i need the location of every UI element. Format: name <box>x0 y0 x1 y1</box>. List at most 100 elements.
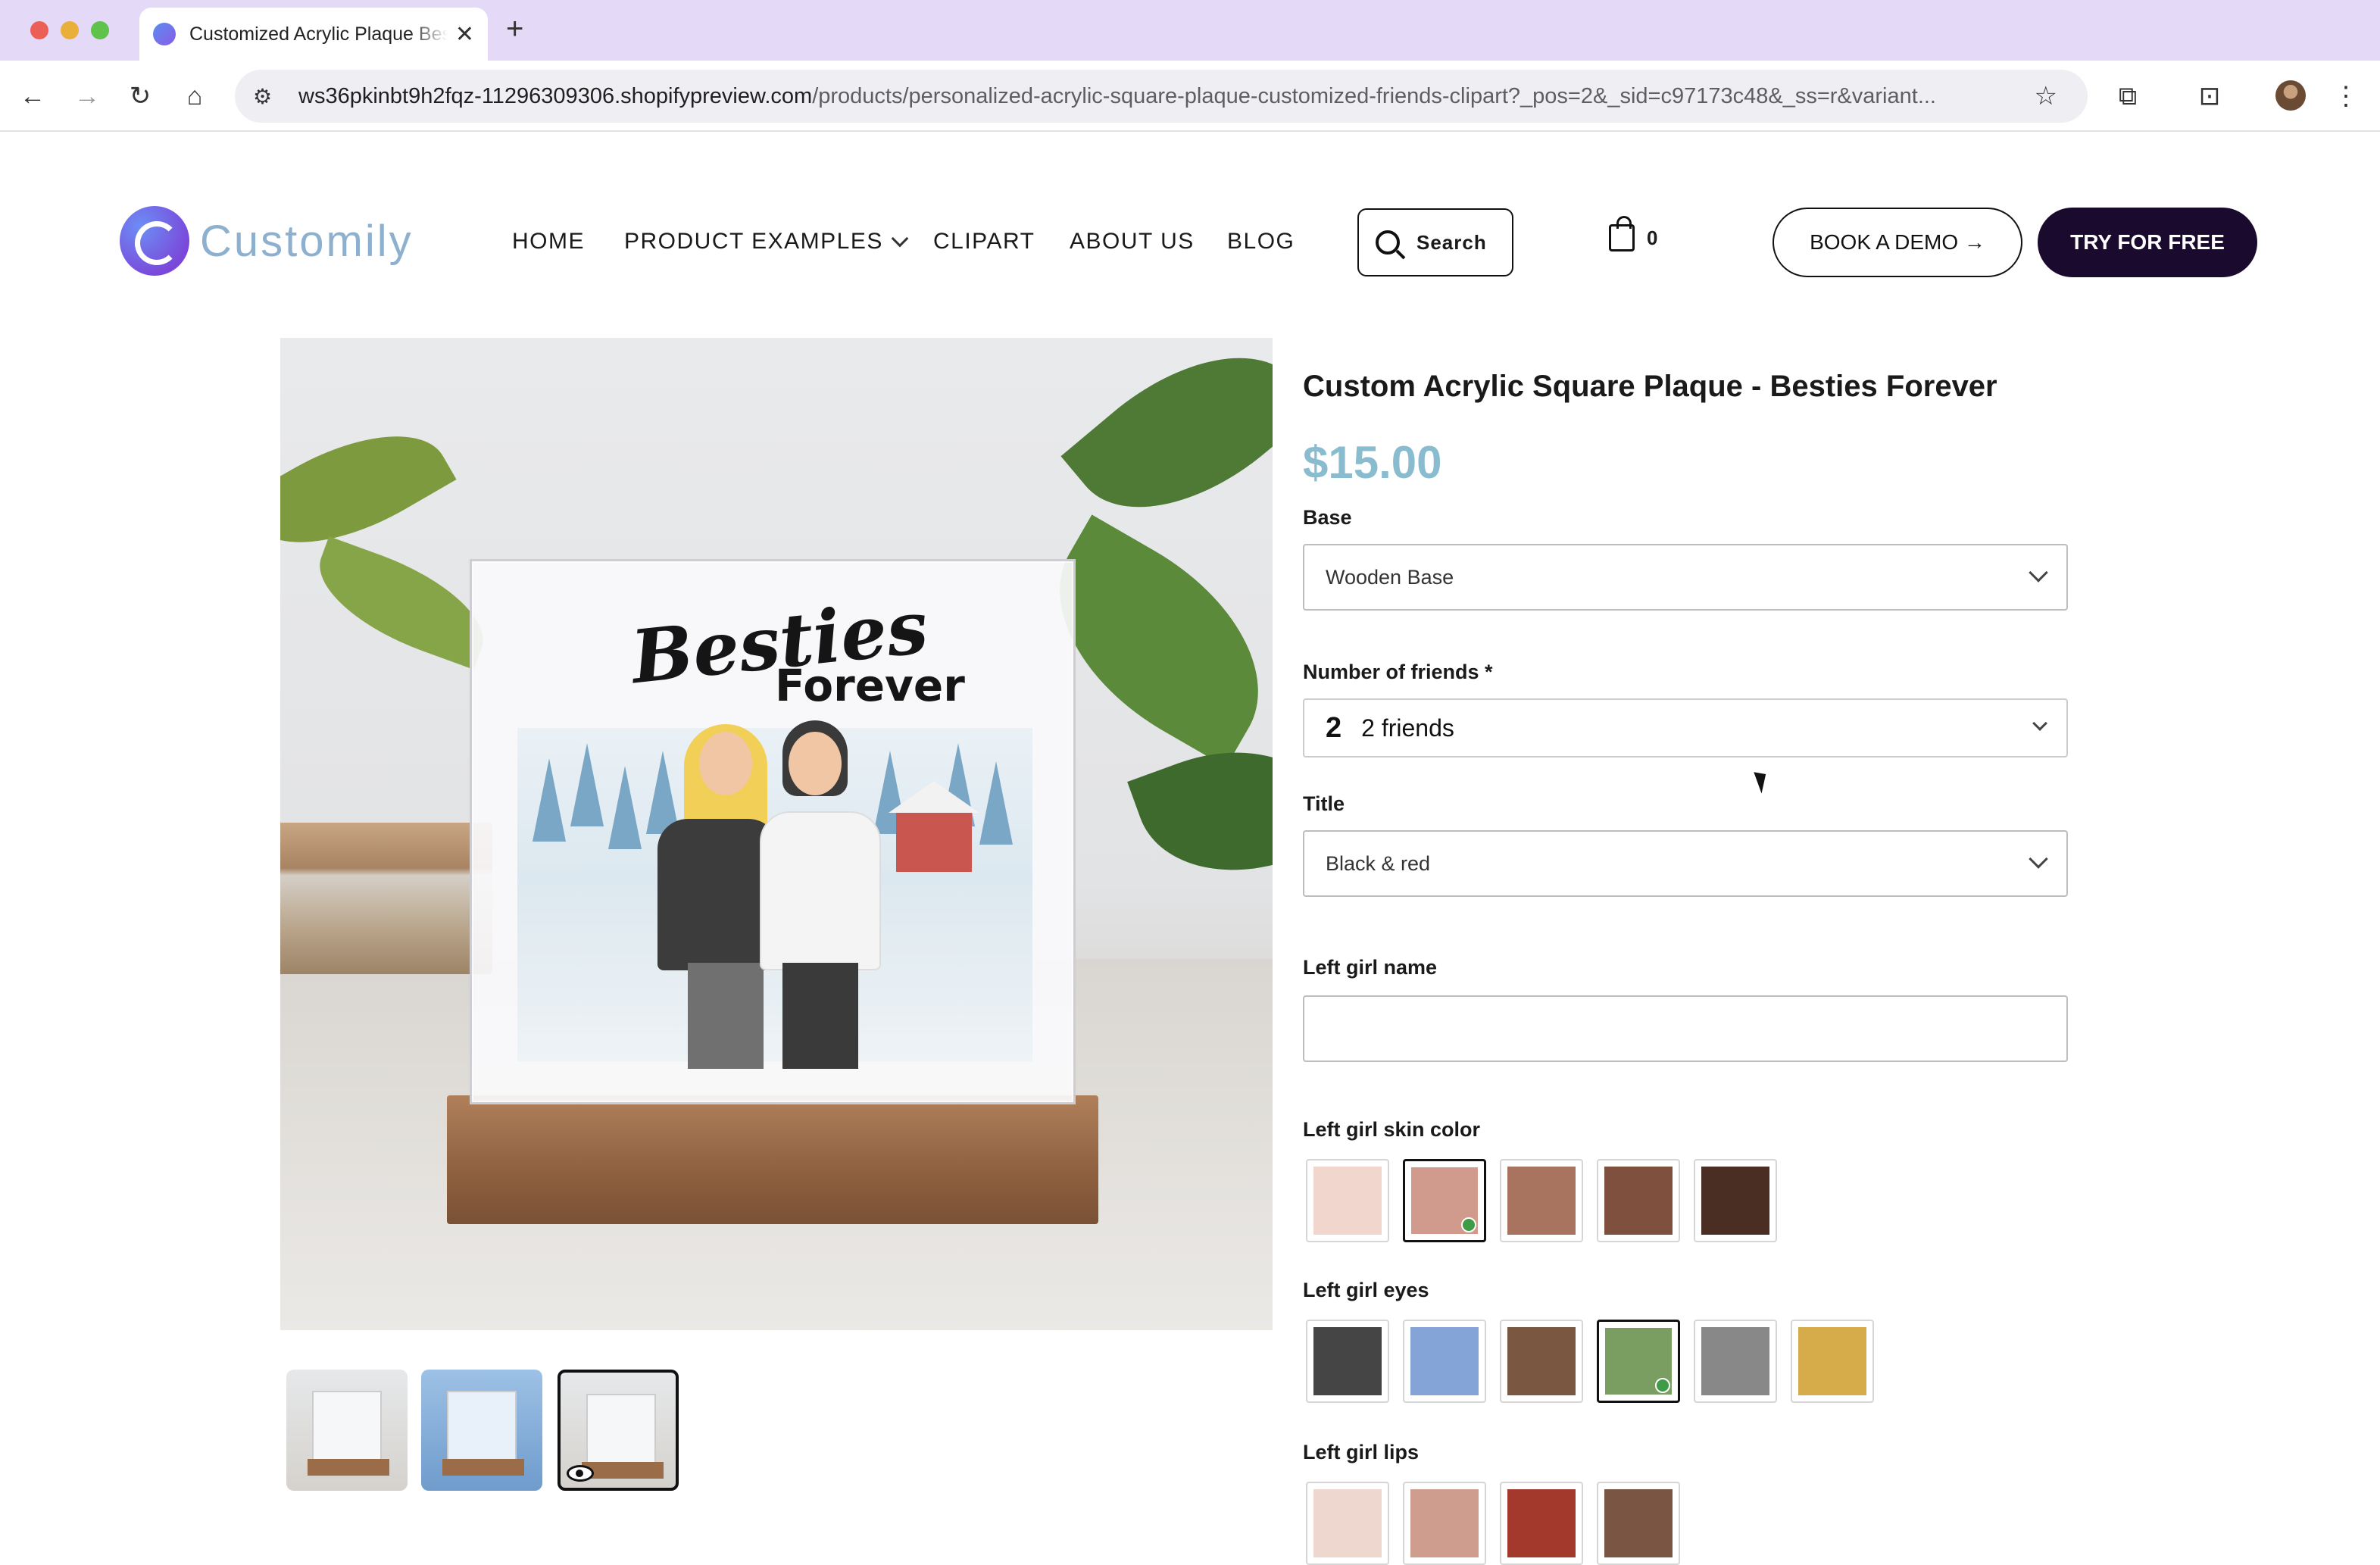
left-girl-name-label: Left girl name <box>1303 956 1438 979</box>
tab-search-icon[interactable]: ⊡ <box>2191 77 2229 115</box>
close-tab-icon[interactable]: ✕ <box>455 21 474 48</box>
title-option-value: Black & red <box>1326 851 1431 875</box>
new-tab-icon[interactable]: + <box>506 12 523 46</box>
swatch-color-fill <box>1507 1489 1576 1557</box>
eyes-swatch-5[interactable] <box>1694 1320 1777 1403</box>
thumbnail-1[interactable] <box>286 1370 408 1491</box>
minimize-window-button[interactable] <box>61 21 79 39</box>
skin-swatch-5[interactable] <box>1694 1159 1777 1242</box>
logo-text: Customily <box>200 216 414 266</box>
selected-check-icon <box>1655 1378 1670 1393</box>
swatch-color-fill <box>1313 1167 1382 1235</box>
book-demo-button[interactable]: BOOK A DEMO → <box>1773 208 2022 277</box>
more-menu-icon[interactable]: ⋮ <box>2327 77 2365 115</box>
nav-blog[interactable]: BLOG <box>1227 229 1295 255</box>
chevron-down-icon <box>2032 716 2047 731</box>
skin-color-label: Left girl skin color <box>1303 1118 1481 1141</box>
profile-avatar[interactable] <box>2275 80 2306 111</box>
swatch-color-fill <box>1798 1327 1866 1395</box>
wooden-base <box>447 1095 1098 1224</box>
tree <box>979 761 1013 845</box>
selected-check-icon <box>1461 1217 1476 1232</box>
nav-product-examples[interactable]: PRODUCT EXAMPLES <box>624 229 909 255</box>
friends-select[interactable]: 2 2 friends <box>1303 698 2068 758</box>
browser-tab[interactable]: Customized Acrylic Plaque Besties ✕ <box>139 8 488 61</box>
url-path: /products/personalized-acrylic-square-pl… <box>812 83 1936 108</box>
girl-left-pants <box>688 963 764 1069</box>
skin-swatch-3[interactable] <box>1500 1159 1583 1242</box>
browser-tab-bar: Customized Acrylic Plaque Besties ✕ + <box>0 0 2380 61</box>
thumbnail-3[interactable] <box>558 1370 679 1491</box>
plaque-subtitle-text: Forever <box>775 660 965 711</box>
forward-icon[interactable]: → <box>68 77 106 115</box>
tree <box>608 766 642 849</box>
site-logo[interactable]: Customily <box>120 206 414 276</box>
nav-product-examples-label: PRODUCT EXAMPLES <box>624 229 883 254</box>
friends-number-icon: 2 <box>1326 711 1342 744</box>
bookmark-star-icon[interactable]: ☆ <box>2035 81 2057 111</box>
extensions-icon[interactable]: ⧉ <box>2109 77 2147 115</box>
swatch-color-fill <box>1604 1167 1673 1235</box>
girl-left-head <box>699 732 752 795</box>
nav-clipart[interactable]: CLIPART <box>933 229 1035 255</box>
base-label: Base <box>1303 506 1352 529</box>
swatch-color-fill <box>1313 1327 1382 1395</box>
base-select-value: Wooden Base <box>1326 565 1454 589</box>
girl-right-pants <box>782 963 858 1069</box>
search-label: Search <box>1416 230 1487 254</box>
chevron-down-icon <box>891 230 909 248</box>
title-option-label: Title <box>1303 792 1345 815</box>
lips-swatch-2[interactable] <box>1403 1482 1486 1565</box>
swatch-color-fill <box>1410 1327 1479 1395</box>
home-icon[interactable]: ⌂ <box>176 77 214 115</box>
address-bar[interactable]: ⚙ ws36pkinbt9h2fqz-11296309306.shopifypr… <box>235 70 2088 123</box>
product-main-image[interactable]: Besties Forever <box>280 338 1273 1330</box>
skin-swatch-2[interactable] <box>1403 1159 1486 1242</box>
maximize-window-button[interactable] <box>91 21 109 39</box>
swatch-color-fill <box>1313 1489 1382 1557</box>
thumbnail-preview <box>308 1391 389 1476</box>
logo-mark-icon <box>120 206 189 276</box>
reload-icon[interactable]: ↻ <box>121 77 159 115</box>
thumbnail-preview <box>582 1394 664 1479</box>
title-option-select[interactable]: Black & red <box>1303 830 2068 897</box>
product-price: $15.00 <box>1303 437 1442 488</box>
eyes-swatch-4[interactable] <box>1597 1320 1680 1403</box>
url-text[interactable]: ws36pkinbt9h2fqz-11296309306.shopifyprev… <box>298 84 2019 109</box>
favicon-icon <box>153 23 176 45</box>
tree <box>533 758 566 842</box>
thumbnail-2[interactable] <box>421 1370 542 1491</box>
try-free-button[interactable]: TRY FOR FREE <box>2038 208 2257 277</box>
swatch-color-fill <box>1507 1167 1576 1235</box>
lips-swatch-4[interactable] <box>1597 1482 1680 1565</box>
swatch-color-fill <box>1507 1327 1576 1395</box>
cart-button[interactable]: 0 <box>1609 216 1657 251</box>
base-select[interactable]: Wooden Base <box>1303 544 2068 611</box>
nav-about-us[interactable]: ABOUT US <box>1070 229 1195 255</box>
nav-home[interactable]: HOME <box>512 229 585 255</box>
left-girl-name-input[interactable] <box>1303 995 2068 1062</box>
chevron-down-icon <box>2029 563 2048 583</box>
eyes-label: Left girl eyes <box>1303 1279 1429 1301</box>
swatch-color-fill <box>1410 1489 1479 1557</box>
product-title: Custom Acrylic Square Plaque - Besties F… <box>1303 370 1997 403</box>
skin-swatch-1[interactable] <box>1306 1159 1389 1242</box>
eyes-swatch-3[interactable] <box>1500 1320 1583 1403</box>
skin-swatch-4[interactable] <box>1597 1159 1680 1242</box>
close-window-button[interactable] <box>30 21 48 39</box>
search-button[interactable]: Search <box>1357 208 1513 276</box>
chevron-down-icon <box>2029 849 2048 869</box>
lips-swatch-1[interactable] <box>1306 1482 1389 1565</box>
search-icon <box>1376 230 1400 255</box>
books-decor <box>280 823 492 974</box>
eye-icon[interactable] <box>567 1465 594 1482</box>
site-info-icon[interactable]: ⚙ <box>253 84 283 109</box>
lips-swatch-3[interactable] <box>1500 1482 1583 1565</box>
back-icon[interactable]: ← <box>14 77 52 115</box>
eyes-swatch-2[interactable] <box>1403 1320 1486 1403</box>
eyes-swatch-1[interactable] <box>1306 1320 1389 1403</box>
tree <box>570 743 604 826</box>
shopping-bag-icon <box>1609 216 1635 251</box>
mouse-cursor <box>1754 768 1772 794</box>
eyes-swatch-6[interactable] <box>1791 1320 1874 1403</box>
